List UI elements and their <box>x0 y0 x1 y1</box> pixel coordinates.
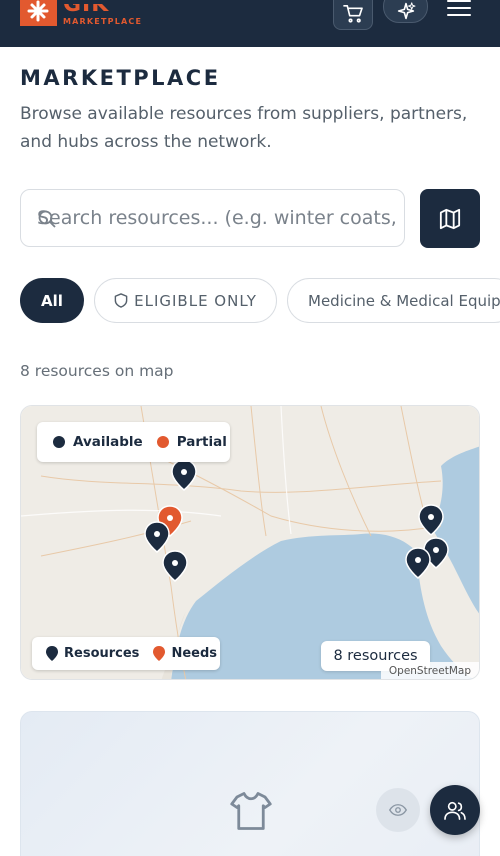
page-subtitle: Browse available resources from supplier… <box>20 104 468 152</box>
legend-available-label: Available <box>73 434 143 450</box>
need-pin-icon <box>153 646 166 661</box>
map-type-legend: Resources Needs <box>32 637 220 670</box>
filter-chip-category-label: Medicine & Medical Equipment <box>308 291 500 310</box>
available-dot-icon <box>53 436 65 448</box>
logo-text: GIK <box>63 4 142 16</box>
legend-partial-label: Partial <box>176 434 227 450</box>
filter-chip-all[interactable]: All <box>20 278 84 323</box>
resource-pin-icon <box>46 646 58 661</box>
legend-needs-label: Needs <box>171 646 217 661</box>
logo-mark-icon <box>20 0 57 26</box>
search-input[interactable] <box>37 190 404 246</box>
quick-view-button[interactable] <box>376 788 420 832</box>
filter-chip-category[interactable]: Medicine & Medical Equipment <box>287 278 500 323</box>
ai-assistant-button[interactable] <box>383 0 428 23</box>
shirt-icon <box>230 792 272 830</box>
partial-dot-icon <box>156 436 169 448</box>
map-status-legend: Available Partial <box>37 422 230 462</box>
logo[interactable]: GIK MARKETPLACE <box>20 0 142 26</box>
resource-card[interactable] <box>20 711 480 856</box>
map-attribution[interactable]: OpenStreetMap <box>380 662 479 679</box>
sparkle-icon <box>397 1 415 19</box>
filter-chip-eligible-label: ELIGIBLE ONLY <box>134 291 257 310</box>
cart-icon <box>343 5 363 23</box>
menu-icon[interactable] <box>447 0 471 18</box>
results-count: 8 resources on map <box>20 362 174 380</box>
resource-map[interactable]: Available Partial Resources Needs 8 reso… <box>20 405 480 680</box>
search-box[interactable] <box>20 189 405 247</box>
cart-button[interactable] <box>333 0 373 30</box>
map-icon <box>439 208 461 229</box>
legend-resources-label: Resources <box>64 646 140 661</box>
map-view-button[interactable] <box>420 189 480 248</box>
top-navigation-bar: GIK MARKETPLACE <box>0 0 500 47</box>
eye-icon <box>389 804 407 816</box>
page-title: MARKETPLACE <box>20 66 221 90</box>
logo-subtext: MARKETPLACE <box>63 17 143 26</box>
community-fab-button[interactable] <box>430 785 480 835</box>
shield-icon <box>114 293 128 308</box>
users-icon <box>444 801 466 820</box>
filter-chip-eligible-only[interactable]: ELIGIBLE ONLY <box>94 278 277 323</box>
